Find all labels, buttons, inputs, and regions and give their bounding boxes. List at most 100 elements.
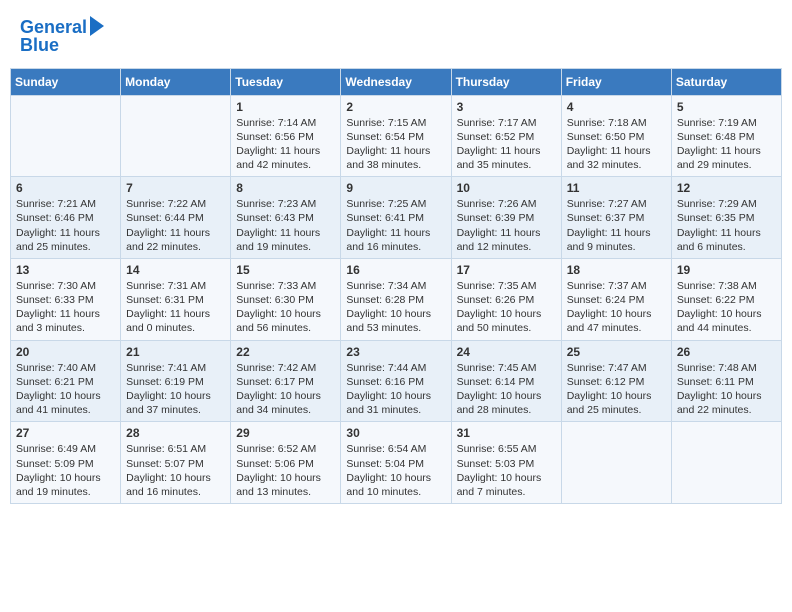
calendar-cell: [11, 95, 121, 177]
day-info: Sunrise: 7:40 AMSunset: 6:21 PMDaylight:…: [16, 361, 115, 418]
day-number: 8: [236, 181, 335, 195]
day-info: Sunrise: 7:27 AMSunset: 6:37 PMDaylight:…: [567, 197, 666, 254]
day-number: 10: [457, 181, 556, 195]
calendar-cell: [671, 422, 781, 504]
day-info: Sunrise: 7:30 AMSunset: 6:33 PMDaylight:…: [16, 279, 115, 336]
dow-header-sunday: Sunday: [11, 68, 121, 95]
day-info: Sunrise: 7:18 AMSunset: 6:50 PMDaylight:…: [567, 116, 666, 173]
day-info: Sunrise: 7:15 AMSunset: 6:54 PMDaylight:…: [346, 116, 445, 173]
dow-header-thursday: Thursday: [451, 68, 561, 95]
day-info: Sunrise: 7:42 AMSunset: 6:17 PMDaylight:…: [236, 361, 335, 418]
day-number: 19: [677, 263, 776, 277]
day-number: 9: [346, 181, 445, 195]
day-info: Sunrise: 6:49 AMSunset: 5:09 PMDaylight:…: [16, 442, 115, 499]
calendar-header: SundayMondayTuesdayWednesdayThursdayFrid…: [11, 68, 782, 95]
calendar-cell: 31 Sunrise: 6:55 AMSunset: 5:03 PMDayligh…: [451, 422, 561, 504]
calendar-cell: 12 Sunrise: 7:29 AMSunset: 6:35 PMDayligh…: [671, 177, 781, 259]
calendar-cell: 28 Sunrise: 6:51 AMSunset: 5:07 PMDayligh…: [121, 422, 231, 504]
day-number: 23: [346, 345, 445, 359]
calendar-cell: 29 Sunrise: 6:52 AMSunset: 5:06 PMDayligh…: [231, 422, 341, 504]
calendar-cell: 20 Sunrise: 7:40 AMSunset: 6:21 PMDayligh…: [11, 340, 121, 422]
day-number: 1: [236, 100, 335, 114]
calendar-week-1: 1 Sunrise: 7:14 AMSunset: 6:56 PMDaylight…: [11, 95, 782, 177]
day-number: 16: [346, 263, 445, 277]
day-info: Sunrise: 7:45 AMSunset: 6:14 PMDaylight:…: [457, 361, 556, 418]
day-info: Sunrise: 7:21 AMSunset: 6:46 PMDaylight:…: [16, 197, 115, 254]
day-info: Sunrise: 7:22 AMSunset: 6:44 PMDaylight:…: [126, 197, 225, 254]
day-info: Sunrise: 6:55 AMSunset: 5:03 PMDaylight:…: [457, 442, 556, 499]
dow-header-saturday: Saturday: [671, 68, 781, 95]
day-number: 31: [457, 426, 556, 440]
day-info: Sunrise: 7:29 AMSunset: 6:35 PMDaylight:…: [677, 197, 776, 254]
day-info: Sunrise: 6:51 AMSunset: 5:07 PMDaylight:…: [126, 442, 225, 499]
calendar-cell: 9 Sunrise: 7:25 AMSunset: 6:41 PMDaylight…: [341, 177, 451, 259]
day-info: Sunrise: 7:23 AMSunset: 6:43 PMDaylight:…: [236, 197, 335, 254]
calendar-cell: 6Sunrise: 7:21 AMSunset: 6:46 PMDaylight…: [11, 177, 121, 259]
day-number: 7: [126, 181, 225, 195]
day-info: Sunrise: 7:47 AMSunset: 6:12 PMDaylight:…: [567, 361, 666, 418]
day-number: 21: [126, 345, 225, 359]
day-info: Sunrise: 7:19 AMSunset: 6:48 PMDaylight:…: [677, 116, 776, 173]
day-number: 17: [457, 263, 556, 277]
calendar-cell: 8 Sunrise: 7:23 AMSunset: 6:43 PMDaylight…: [231, 177, 341, 259]
day-number: 3: [457, 100, 556, 114]
day-number: 28: [126, 426, 225, 440]
calendar-cell: 23 Sunrise: 7:44 AMSunset: 6:16 PMDayligh…: [341, 340, 451, 422]
day-info: Sunrise: 7:31 AMSunset: 6:31 PMDaylight:…: [126, 279, 225, 336]
calendar-cell: 16 Sunrise: 7:34 AMSunset: 6:28 PMDayligh…: [341, 258, 451, 340]
calendar-cell: 11Sunrise: 7:27 AMSunset: 6:37 PMDayligh…: [561, 177, 671, 259]
calendar-table: SundayMondayTuesdayWednesdayThursdayFrid…: [10, 68, 782, 504]
day-info: Sunrise: 7:34 AMSunset: 6:28 PMDaylight:…: [346, 279, 445, 336]
day-info: Sunrise: 7:17 AMSunset: 6:52 PMDaylight:…: [457, 116, 556, 173]
calendar-cell: 14 Sunrise: 7:31 AMSunset: 6:31 PMDayligh…: [121, 258, 231, 340]
day-number: 13: [16, 263, 115, 277]
calendar-cell: 7 Sunrise: 7:22 AMSunset: 6:44 PMDaylight…: [121, 177, 231, 259]
calendar-week-3: 13 Sunrise: 7:30 AMSunset: 6:33 PMDayligh…: [11, 258, 782, 340]
day-number: 18: [567, 263, 666, 277]
calendar-cell: 15 Sunrise: 7:33 AMSunset: 6:30 PMDayligh…: [231, 258, 341, 340]
day-number: 4: [567, 100, 666, 114]
calendar-cell: 17Sunrise: 7:35 AMSunset: 6:26 PMDayligh…: [451, 258, 561, 340]
day-number: 12: [677, 181, 776, 195]
dow-header-tuesday: Tuesday: [231, 68, 341, 95]
day-info: Sunrise: 7:14 AMSunset: 6:56 PMDaylight:…: [236, 116, 335, 173]
day-number: 26: [677, 345, 776, 359]
calendar-cell: 26 Sunrise: 7:48 AMSunset: 6:11 PMDayligh…: [671, 340, 781, 422]
logo-arrow-icon: [90, 16, 104, 36]
calendar-cell: 22Sunrise: 7:42 AMSunset: 6:17 PMDayligh…: [231, 340, 341, 422]
dow-header-wednesday: Wednesday: [341, 68, 451, 95]
calendar-cell: 24Sunrise: 7:45 AMSunset: 6:14 PMDayligh…: [451, 340, 561, 422]
day-number: 29: [236, 426, 335, 440]
day-info: Sunrise: 7:44 AMSunset: 6:16 PMDaylight:…: [346, 361, 445, 418]
dow-header-friday: Friday: [561, 68, 671, 95]
day-info: Sunrise: 7:48 AMSunset: 6:11 PMDaylight:…: [677, 361, 776, 418]
calendar-cell: 25 Sunrise: 7:47 AMSunset: 6:12 PMDayligh…: [561, 340, 671, 422]
day-number: 27: [16, 426, 115, 440]
calendar-cell: 13 Sunrise: 7:30 AMSunset: 6:33 PMDayligh…: [11, 258, 121, 340]
day-info: Sunrise: 7:26 AMSunset: 6:39 PMDaylight:…: [457, 197, 556, 254]
page-header: General Blue: [10, 10, 782, 62]
calendar-cell: 5 Sunrise: 7:19 AMSunset: 6:48 PMDaylight…: [671, 95, 781, 177]
logo-blue: Blue: [20, 36, 59, 56]
calendar-week-5: 27 Sunrise: 6:49 AMSunset: 5:09 PMDayligh…: [11, 422, 782, 504]
calendar-week-2: 6Sunrise: 7:21 AMSunset: 6:46 PMDaylight…: [11, 177, 782, 259]
day-number: 14: [126, 263, 225, 277]
calendar-cell: 1 Sunrise: 7:14 AMSunset: 6:56 PMDaylight…: [231, 95, 341, 177]
day-info: Sunrise: 7:33 AMSunset: 6:30 PMDaylight:…: [236, 279, 335, 336]
day-number: 20: [16, 345, 115, 359]
calendar-cell: 3 Sunrise: 7:17 AMSunset: 6:52 PMDaylight…: [451, 95, 561, 177]
day-info: Sunrise: 7:37 AMSunset: 6:24 PMDaylight:…: [567, 279, 666, 336]
day-info: Sunrise: 7:25 AMSunset: 6:41 PMDaylight:…: [346, 197, 445, 254]
calendar-cell: 19 Sunrise: 7:38 AMSunset: 6:22 PMDayligh…: [671, 258, 781, 340]
calendar-cell: 21 Sunrise: 7:41 AMSunset: 6:19 PMDayligh…: [121, 340, 231, 422]
day-info: Sunrise: 7:41 AMSunset: 6:19 PMDaylight:…: [126, 361, 225, 418]
calendar-cell: [121, 95, 231, 177]
calendar-cell: 30Sunrise: 6:54 AMSunset: 5:04 PMDayligh…: [341, 422, 451, 504]
calendar-cell: 4 Sunrise: 7:18 AMSunset: 6:50 PMDaylight…: [561, 95, 671, 177]
logo: General Blue: [20, 18, 104, 56]
day-number: 5: [677, 100, 776, 114]
day-number: 15: [236, 263, 335, 277]
day-info: Sunrise: 6:52 AMSunset: 5:06 PMDaylight:…: [236, 442, 335, 499]
day-info: Sunrise: 7:38 AMSunset: 6:22 PMDaylight:…: [677, 279, 776, 336]
day-number: 25: [567, 345, 666, 359]
